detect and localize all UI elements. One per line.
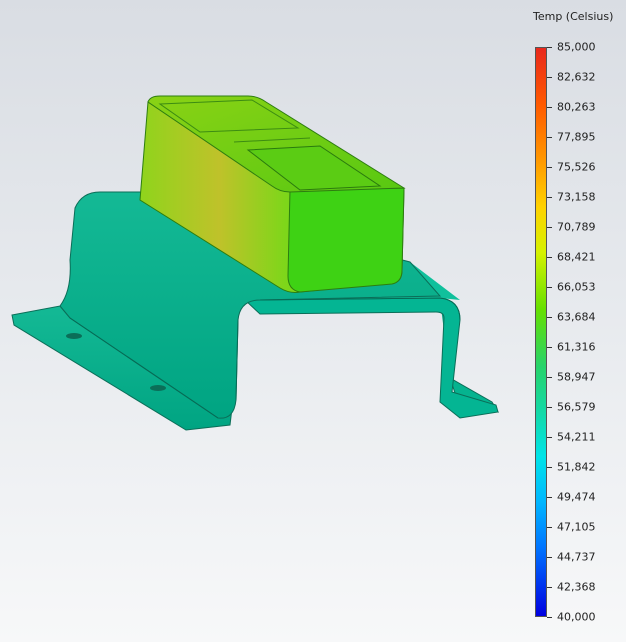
colorbar-tick-mark xyxy=(547,527,552,528)
colorbar-tick-label: 80,263 xyxy=(557,100,596,114)
mounting-hole-icon xyxy=(150,385,166,391)
colorbar-tick-mark xyxy=(547,467,552,468)
colorbar-tick-label: 42,368 xyxy=(557,580,596,594)
colorbar-tick-label: 68,421 xyxy=(557,250,596,264)
colorbar-tick-mark xyxy=(547,557,552,558)
colorbar-tick-label: 51,842 xyxy=(557,460,596,474)
colorbar-tick-mark xyxy=(547,257,552,258)
colorbar-tick-label: 44,737 xyxy=(557,550,596,564)
colorbar-tick-label: 49,474 xyxy=(557,490,596,504)
colorbar-tick-label: 70,789 xyxy=(557,220,596,234)
colorbar-tick-mark xyxy=(547,77,552,78)
colorbar-tick-mark xyxy=(547,317,552,318)
colorbar-tick-mark xyxy=(547,137,552,138)
colorbar-tick-label: 75,526 xyxy=(557,160,596,174)
colorbar-tick-label: 54,211 xyxy=(557,430,596,444)
colorbar-tick-mark xyxy=(547,407,552,408)
colorbar-tick-mark xyxy=(547,227,552,228)
colorbar-tick-label: 40,000 xyxy=(557,610,596,624)
colorbar-tick-mark xyxy=(547,587,552,588)
colorbar-tick-mark xyxy=(547,347,552,348)
box-right-face xyxy=(287,187,405,293)
temperature-colorbar xyxy=(535,47,547,617)
colorbar-tick-label: 47,105 xyxy=(557,520,596,534)
colorbar-tick-label: 63,684 xyxy=(557,310,596,324)
colorbar-tick-label: 66,053 xyxy=(557,280,596,294)
model-viewport[interactable] xyxy=(0,0,626,642)
colorbar-tick-label: 82,632 xyxy=(557,70,596,84)
colorbar-tick-mark xyxy=(547,617,552,618)
legend-title: Temp (Celsius) xyxy=(533,10,614,23)
colorbar-tick-label: 56,579 xyxy=(557,400,596,414)
colorbar-tick-mark xyxy=(547,497,552,498)
colorbar-tick-label: 77,895 xyxy=(557,130,596,144)
colorbar-tick-mark xyxy=(547,47,552,48)
mounting-hole-icon xyxy=(66,333,82,339)
colorbar-tick-mark xyxy=(547,287,552,288)
colorbar-tick-mark xyxy=(547,167,552,168)
colorbar-tick-label: 58,947 xyxy=(557,370,596,384)
colorbar-tick-label: 85,000 xyxy=(557,40,596,54)
colorbar-tick-mark xyxy=(547,107,552,108)
colorbar-tick-mark xyxy=(547,437,552,438)
colorbar-tick-label: 61,316 xyxy=(557,340,596,354)
colorbar-tick-label: 73,158 xyxy=(557,190,596,204)
colorbar-tick-mark xyxy=(547,377,552,378)
colorbar-tick-mark xyxy=(547,197,552,198)
